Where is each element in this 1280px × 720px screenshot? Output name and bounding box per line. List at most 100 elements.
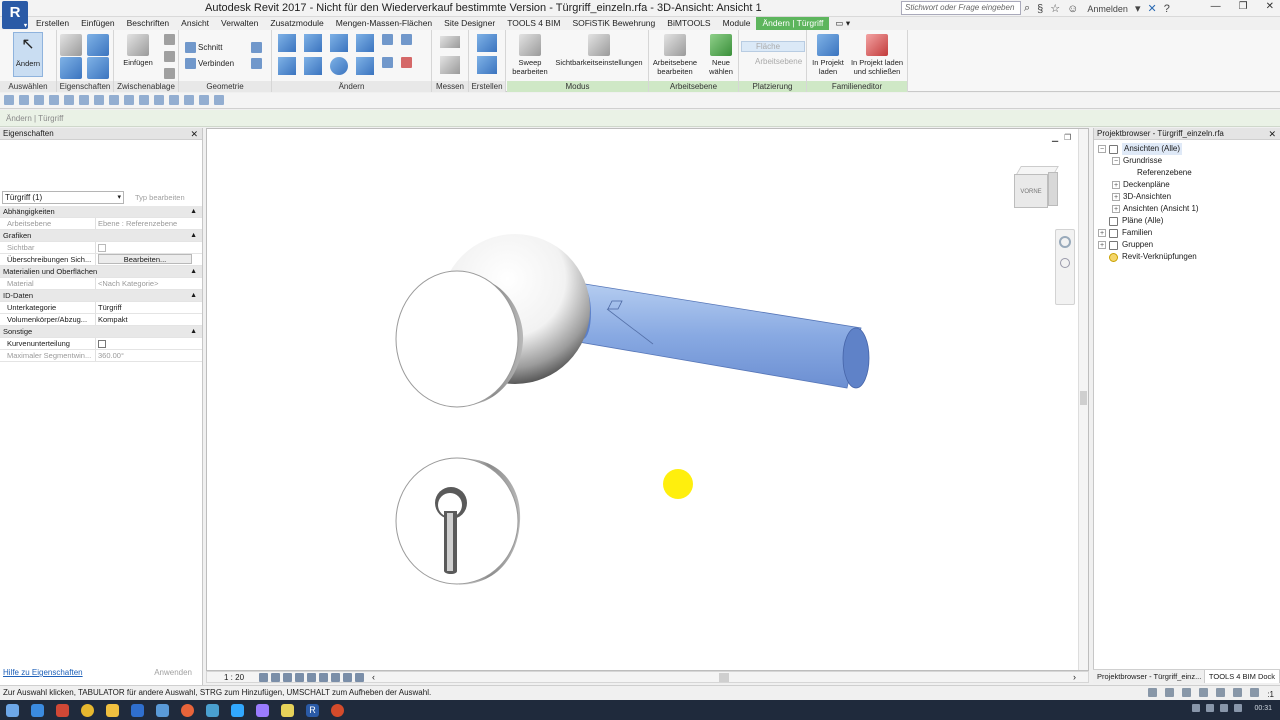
measure-small-icon[interactable] [94, 95, 104, 105]
edit-type-button[interactable]: Typ bearbeiten [135, 193, 185, 202]
start-icon[interactable] [6, 703, 19, 717]
sync-icon[interactable] [34, 95, 44, 105]
edit-sweep-button[interactable]: Sweep bearbeiten [509, 32, 551, 76]
volume-icon[interactable] [1220, 704, 1229, 712]
section-icon[interactable] [154, 95, 164, 105]
curve-subdivision-checkbox[interactable] [98, 340, 106, 348]
group-constraints[interactable]: Abhängigkeiten ▲ [0, 206, 202, 218]
ribbon-toggle-icon[interactable]: ▭ ▾ [829, 17, 856, 30]
tab-erstellen[interactable]: Erstellen [30, 17, 75, 30]
edit-workplane-button[interactable]: Arbeitsebene bearbeiten [649, 32, 701, 76]
group-other[interactable]: Sonstige ▲ [0, 326, 202, 338]
tab-site-designer[interactable]: Site Designer [438, 17, 501, 30]
tab-tools4bim-dock[interactable]: TOOLS 4 BIM Dock [1204, 670, 1280, 683]
binoculars-icon[interactable]: ⌕ [1024, 2, 1030, 15]
visual-style-icon[interactable] [271, 673, 280, 682]
align-icon[interactable] [278, 34, 296, 52]
split-icon[interactable] [382, 34, 393, 45]
scale-selector[interactable]: 1 : 20 [224, 672, 244, 683]
viewcube-right[interactable] [1048, 172, 1058, 206]
cope-icon[interactable] [251, 58, 262, 69]
vertical-scrollbar[interactable] [1078, 129, 1088, 670]
face-placement-button[interactable]: Fläche [741, 41, 805, 52]
steering-wheel-icon[interactable] [1059, 236, 1071, 248]
text-icon[interactable] [124, 95, 134, 105]
background-process-icon[interactable] [1233, 688, 1243, 697]
tab-modify-door-handle[interactable]: Ändern | Türgriff [756, 17, 830, 30]
help-icon[interactable]: ? [1164, 3, 1170, 15]
after-effects-icon[interactable] [256, 703, 269, 717]
wall-joins-icon[interactable] [251, 42, 262, 53]
tray-arrow-icon[interactable] [1192, 704, 1201, 712]
expand-icon[interactable]: + [1098, 241, 1106, 249]
create-group-icon[interactable] [477, 56, 497, 74]
expand-icon[interactable]: + [1112, 181, 1120, 189]
visibility-settings-button[interactable]: Sichtbarkeitseinstellungen [553, 32, 645, 67]
customize-icon[interactable] [214, 95, 224, 105]
load-into-project-button[interactable]: In Projekt laden [809, 32, 847, 76]
workplane-placement-button[interactable]: Arbeitsebene [755, 57, 802, 66]
tab-verwalten[interactable]: Verwalten [215, 17, 264, 30]
group-materials[interactable]: Materialien und Oberflächen ▲ [0, 266, 202, 278]
firefox-icon[interactable] [181, 703, 194, 717]
visible-checkbox[interactable] [98, 244, 106, 252]
tab-ansicht[interactable]: Ansicht [175, 17, 215, 30]
model-canvas[interactable] [207, 129, 1090, 672]
tab-beschriften[interactable]: Beschriften [121, 17, 176, 30]
scroll-right-icon[interactable]: › [1073, 672, 1076, 683]
clock[interactable]: 00:31 [1254, 705, 1272, 712]
delete-icon[interactable] [401, 57, 412, 68]
recorder-icon[interactable] [331, 703, 344, 717]
measure-icon[interactable] [440, 36, 460, 48]
select-pinned-icon[interactable] [1182, 688, 1192, 697]
tab-sofistik[interactable]: SOFiSTiK Bewehrung [566, 17, 661, 30]
network-icon[interactable] [1206, 704, 1215, 712]
property-value[interactable]: <Nach Kategorie> [96, 278, 202, 289]
expand-icon[interactable]: + [1112, 193, 1120, 201]
maximize-icon[interactable]: ❐ [1239, 1, 1248, 12]
open-icon[interactable] [4, 95, 14, 105]
tab-mengen-massen[interactable]: Mengen-Massen-Flächen [330, 17, 438, 30]
tab-bimtools[interactable]: BiMTOOLS [661, 17, 716, 30]
3d-view-icon[interactable] [139, 95, 149, 105]
viewcube-front[interactable]: VORNE [1014, 174, 1048, 208]
drawing-area[interactable]: ▁ ❐ ✕ [206, 128, 1089, 671]
sun-path-icon[interactable] [283, 673, 292, 682]
drag-elements-icon[interactable] [1216, 688, 1226, 697]
select-links-icon[interactable] [1148, 688, 1158, 697]
star-icon[interactable]: ☆ [1050, 2, 1060, 15]
close-icon[interactable]: ✕ [1266, 1, 1274, 12]
load-and-close-button[interactable]: In Projekt laden und schließen [848, 32, 906, 76]
copy-icon[interactable] [164, 51, 175, 62]
search-input[interactable]: Stichwort oder Frage eingeben [901, 1, 1021, 15]
chrome-icon[interactable] [81, 703, 94, 717]
app-icon[interactable] [56, 703, 69, 717]
keyboard-icon[interactable] [1234, 704, 1243, 712]
explorer-icon[interactable] [106, 703, 119, 717]
save-icon[interactable] [19, 95, 29, 105]
property-value[interactable]: Kompakt [96, 314, 202, 325]
trim-extend-icon[interactable] [356, 57, 374, 75]
cut-icon[interactable] [164, 34, 175, 45]
detail-level-icon[interactable] [259, 673, 268, 682]
expand-icon[interactable]: + [1098, 229, 1106, 237]
property-value[interactable]: Türgriff [96, 302, 202, 313]
folder-icon[interactable] [281, 703, 294, 717]
tree-item-elevations[interactable]: + Ansichten (Ansicht 1) [1098, 203, 1199, 215]
tree-item-links[interactable]: Revit-Verknüpfungen [1098, 251, 1199, 263]
zoom-icon[interactable] [1060, 258, 1070, 268]
reveal-hidden-icon[interactable] [355, 673, 364, 682]
type-selector[interactable]: Türgriff (1) ▾ [2, 191, 124, 204]
tree-item-views[interactable]: − Ansichten (Alle) [1098, 143, 1199, 155]
group-graphics[interactable]: Grafiken ▲ [0, 230, 202, 242]
shadows-icon[interactable] [295, 673, 304, 682]
collapse-icon[interactable]: − [1098, 145, 1106, 153]
array-icon[interactable] [382, 57, 393, 68]
keyhole-escutcheon[interactable] [395, 457, 521, 585]
horizontal-scroll-thumb[interactable] [719, 673, 729, 682]
move-icon[interactable] [278, 57, 296, 75]
apply-button[interactable]: Anwenden [154, 668, 192, 677]
rotate-icon[interactable] [330, 57, 348, 75]
communication-icon[interactable]: § [1037, 3, 1043, 15]
tree-item-ref-level[interactable]: Referenzebene [1098, 167, 1199, 179]
